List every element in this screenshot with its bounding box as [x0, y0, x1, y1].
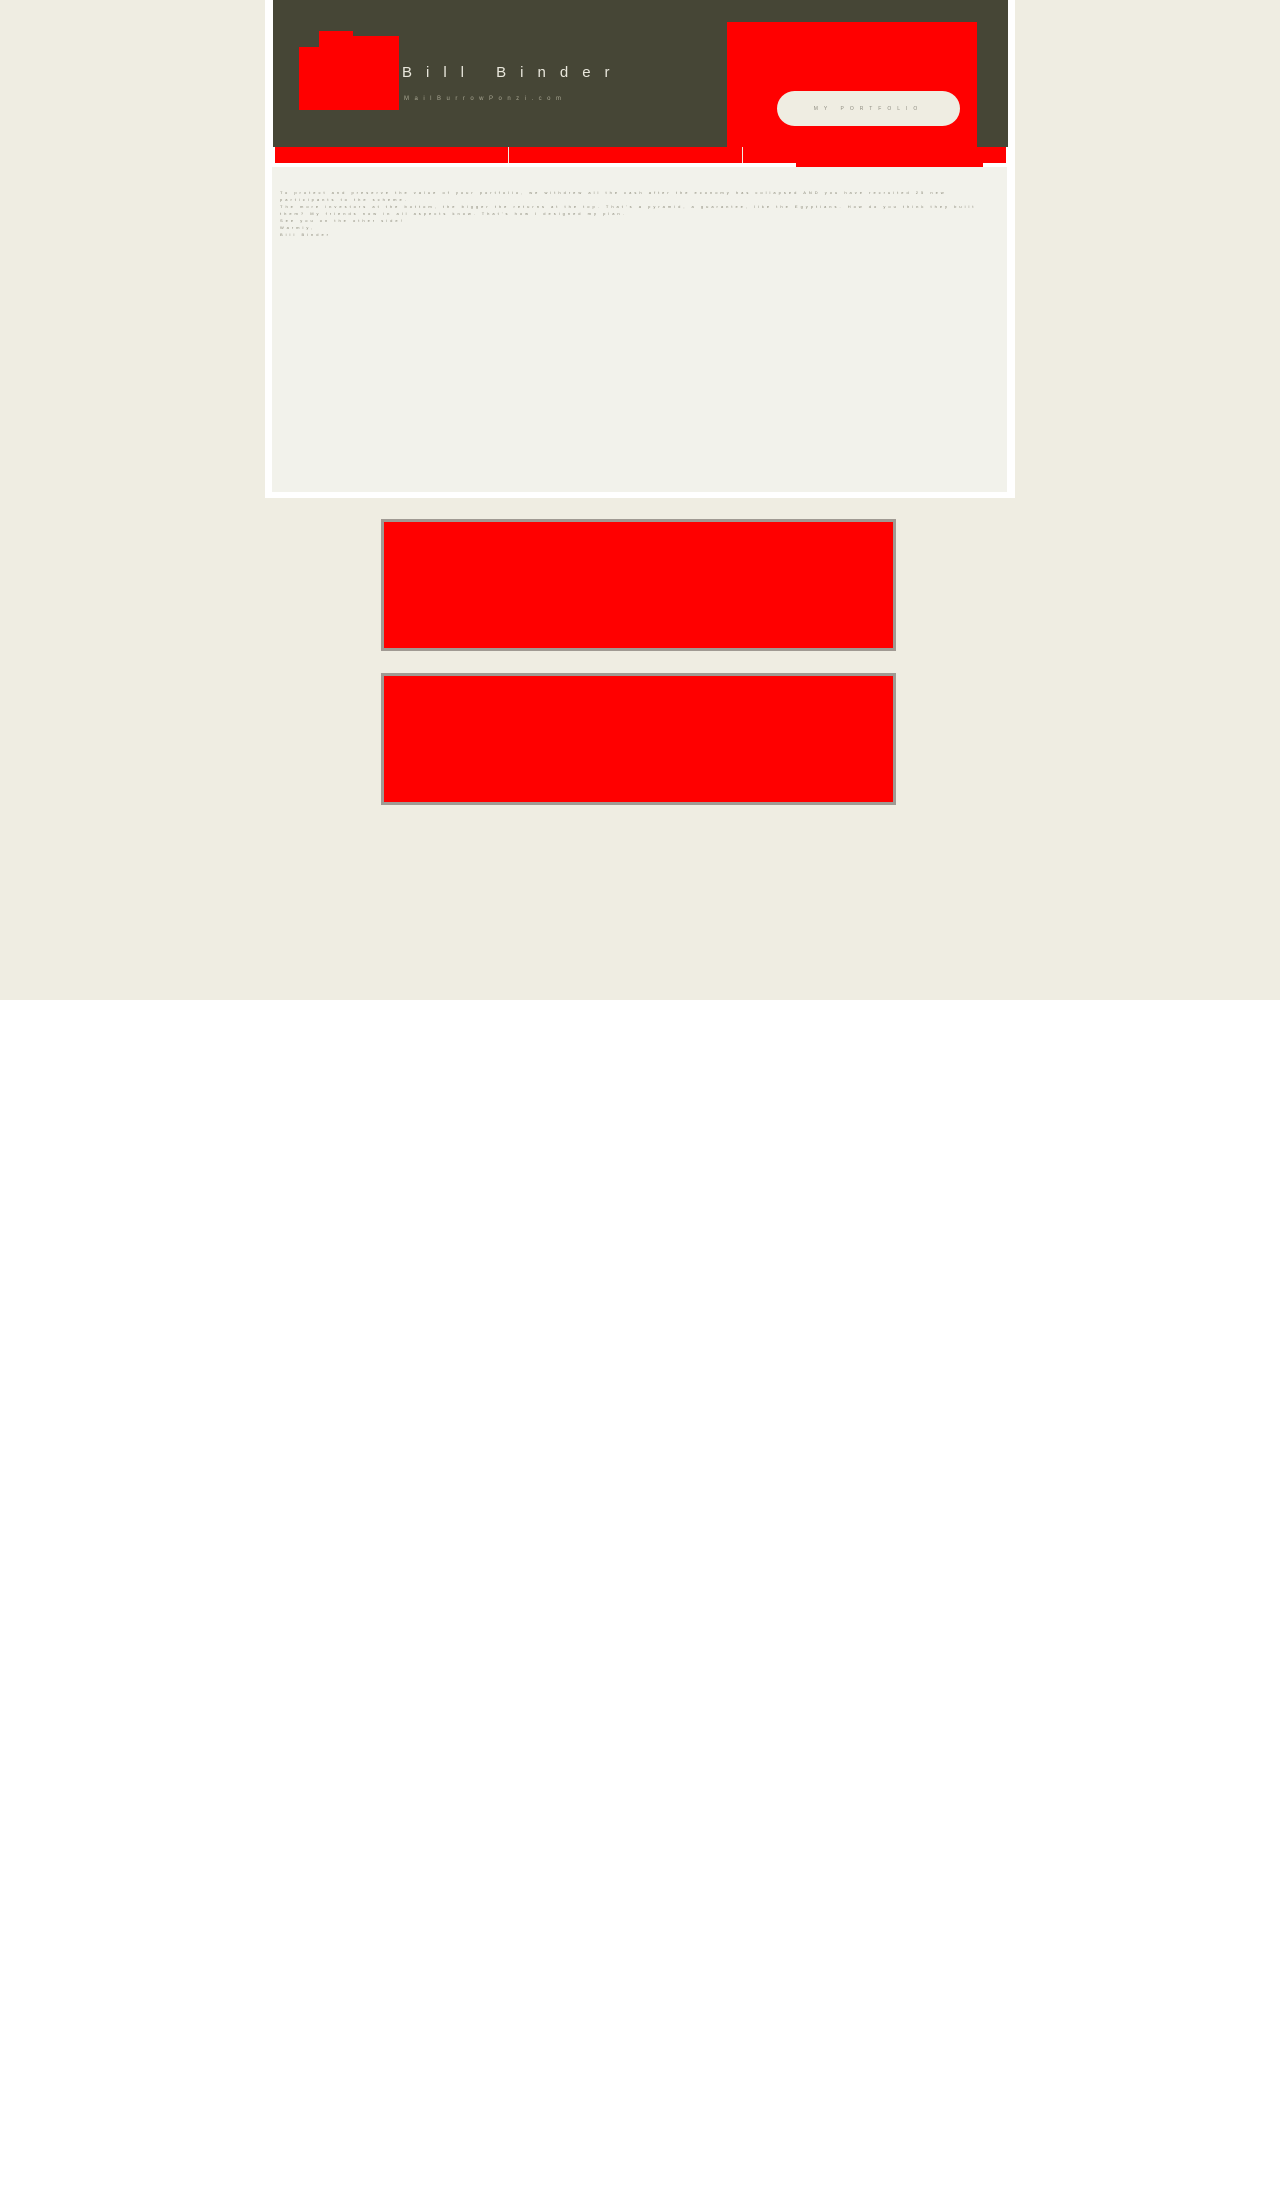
message-body: To protect and preserve the value of you…: [280, 189, 992, 238]
message-paragraph: The more investors at the bottom, the bi…: [280, 204, 977, 216]
nav-tab-1[interactable]: [275, 147, 509, 163]
my-portfolio-button[interactable]: MY PORTFOLIO: [777, 91, 960, 126]
message-signoff: See you on the other side!: [280, 218, 405, 223]
logo-block: [350, 36, 399, 110]
nav-tab-2[interactable]: [509, 147, 743, 163]
nav-tab-3[interactable]: [743, 147, 1006, 163]
main-content: To protect and preserve the value of you…: [272, 167, 1007, 492]
site-title: Bill Binder: [402, 64, 624, 81]
ad-banner[interactable]: [381, 519, 896, 651]
nav-bar: [275, 147, 1006, 163]
message-signature: Bill Binder: [280, 232, 332, 237]
header-promo-panel: [727, 22, 977, 149]
message-paragraph: To protect and preserve the value of you…: [280, 190, 947, 202]
ad-banner[interactable]: [381, 673, 896, 805]
message-closing: Warmly,: [280, 225, 316, 230]
logo-block: [319, 31, 353, 110]
site-url[interactable]: MailBurrowPonzi.com: [404, 96, 567, 102]
